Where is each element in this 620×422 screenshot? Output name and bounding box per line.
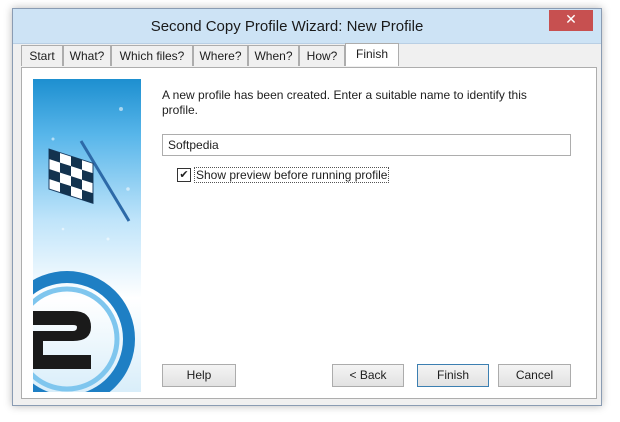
tab-what[interactable]: What? — [63, 45, 111, 66]
wizard-banner-image — [33, 79, 141, 392]
tab-which-files[interactable]: Which files? — [111, 45, 193, 66]
profile-name-input[interactable]: Softpedia — [162, 134, 571, 156]
tab-finish[interactable]: Finish — [345, 43, 399, 66]
help-button[interactable]: Help — [162, 364, 236, 387]
preview-checkbox-label[interactable]: Show preview before running profile — [194, 167, 390, 183]
tab-how[interactable]: How? — [299, 45, 345, 66]
cancel-button[interactable]: Cancel — [498, 364, 571, 387]
window-title: Second Copy Profile Wizard: New Profile — [150, 18, 424, 35]
tab-start[interactable]: Start — [21, 45, 63, 66]
tab-when[interactable]: When? — [248, 45, 299, 66]
back-button[interactable]: < Back — [332, 364, 404, 387]
intro-text: A new profile has been created. Enter a … — [162, 88, 527, 117]
title-bar: Second Copy Profile Wizard: New Profile … — [13, 9, 601, 44]
app-logo-icon — [33, 271, 135, 392]
finish-button[interactable]: Finish — [417, 364, 489, 387]
close-button[interactable]: ✕ — [549, 10, 593, 31]
finish-panel: A new profile has been created. Enter a … — [21, 67, 597, 399]
close-icon: ✕ — [565, 12, 577, 28]
wizard-tabs: Start What? Which files? Where? When? Ho… — [21, 43, 597, 67]
wizard-window: Second Copy Profile Wizard: New Profile … — [12, 8, 602, 406]
tab-where[interactable]: Where? — [193, 45, 248, 66]
preview-checkbox[interactable]: ✔ — [177, 168, 191, 182]
